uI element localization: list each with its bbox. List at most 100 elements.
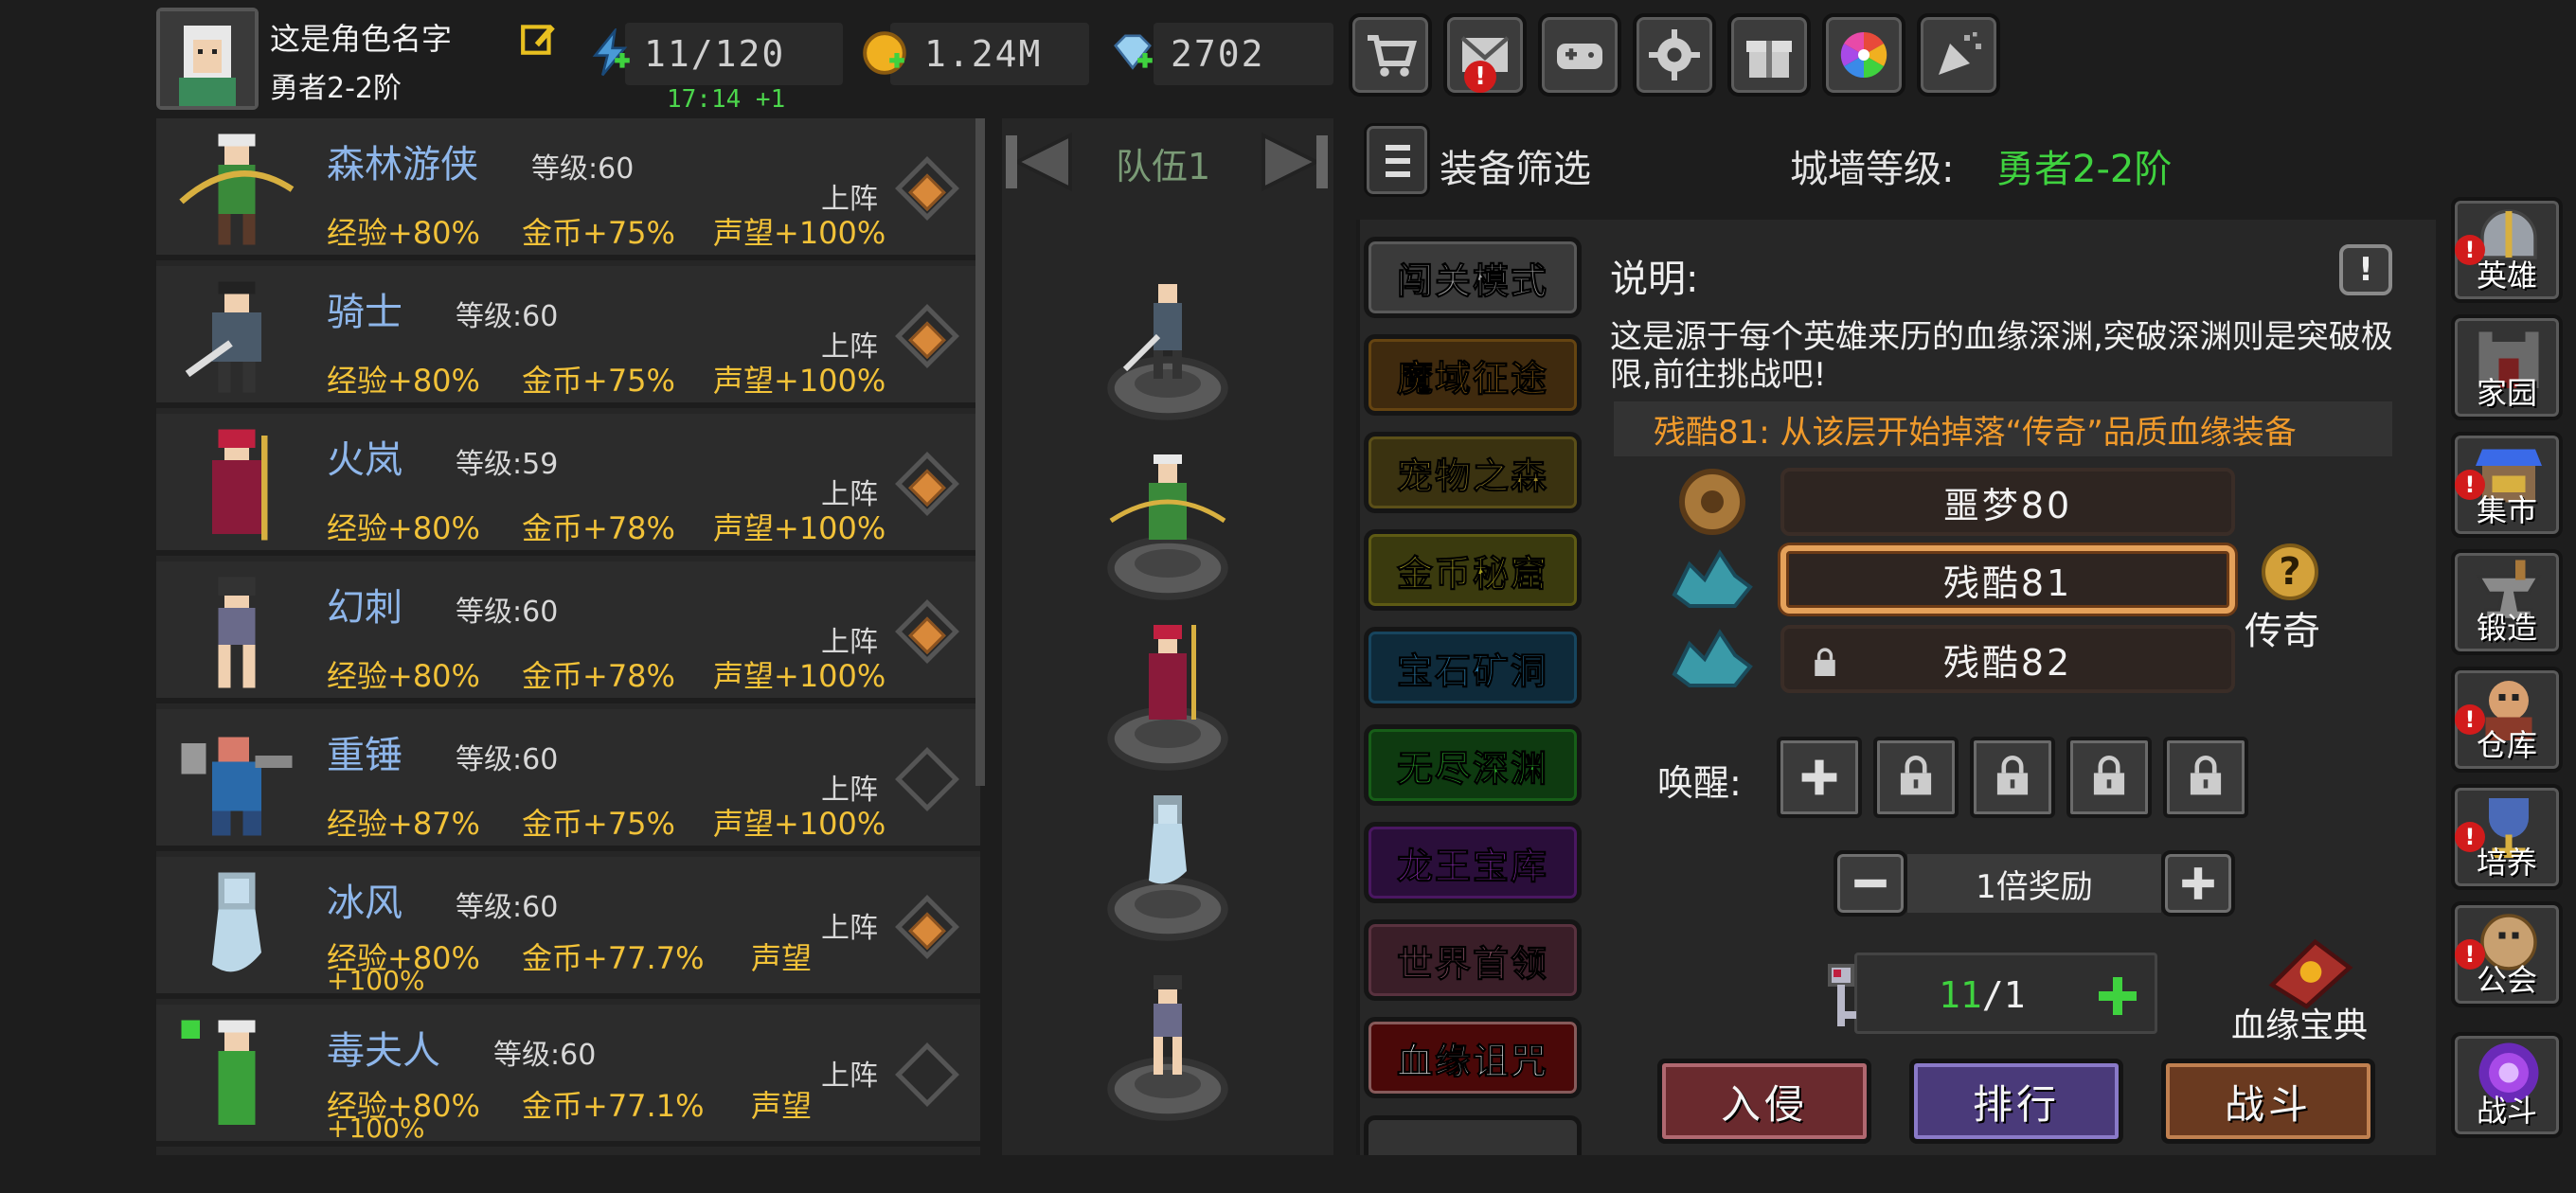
- mode-button-endless-abyss[interactable]: 无尽深渊: [1364, 724, 1582, 806]
- mode-button-world-boss[interactable]: 世界首领: [1364, 919, 1582, 1001]
- deploy-label: 上阵: [821, 626, 878, 659]
- invade-button[interactable]: 入侵: [1657, 1059, 1871, 1144]
- player-name: 这是角色名字: [270, 21, 453, 57]
- battle-label: 战斗: [2224, 1080, 2312, 1128]
- awaken-slot-add[interactable]: [1777, 737, 1862, 818]
- hero-level: 等级:59: [456, 448, 559, 481]
- mode-label: 龙王宝库: [1396, 845, 1548, 887]
- hero-sprite-icon: [181, 737, 293, 836]
- mode-label: 魔域征途: [1396, 357, 1548, 400]
- side-menu-warehouse[interactable]: ! 仓库: [2451, 667, 2563, 773]
- mode-button-bloodline-curse[interactable]: 血缘诅咒: [1364, 1017, 1582, 1098]
- mode-button-gold-cave[interactable]: 金币秘窟: [1364, 529, 1582, 611]
- awaken-slot-locked[interactable]: [2163, 737, 2248, 818]
- deploy-toggle[interactable]: [895, 1042, 959, 1107]
- info-icon: !: [2358, 251, 2373, 289]
- prev-team-arrow-icon[interactable]: [1002, 124, 1078, 200]
- awaken-slot-locked[interactable]: [2066, 737, 2152, 818]
- mode-button-demon-realm[interactable]: 魔域征途: [1364, 334, 1582, 416]
- hero-gold-bonus: 金币+75%: [522, 363, 675, 399]
- gear-icon: [1649, 29, 1700, 80]
- deploy-toggle[interactable]: [895, 156, 959, 221]
- settings-button[interactable]: [1633, 13, 1716, 97]
- hero-row[interactable]: 毒夫人 等级:60 经验+80% 金币+77.1% 声望 +100% 上阵: [156, 1005, 980, 1147]
- hero-row[interactable]: 重锤 等级:60 经验+87% 金币+75% 声望+100% 上阵: [156, 709, 980, 851]
- decrease-button[interactable]: [1834, 850, 1907, 917]
- hero-row[interactable]: 冰风 等级:60 经验+80% 金币+77.7% 声望 +100% 上阵: [156, 857, 980, 999]
- edit-name-icon[interactable]: [519, 19, 559, 59]
- deploy-label: 上阵: [821, 330, 878, 364]
- deploy-toggle[interactable]: [895, 599, 959, 664]
- hero-name: 骑士: [327, 291, 402, 334]
- stage-row[interactable]: 噩梦80: [1780, 468, 2235, 536]
- mode-button-more[interactable]: [1364, 1115, 1582, 1155]
- hero-row[interactable]: 骑士 等级:60 经验+80% 金币+75% 声望+100% 上阵: [156, 266, 980, 408]
- add-ticket-icon[interactable]: [2094, 972, 2141, 1020]
- hero-list[interactable]: 森林游侠 等级:60 经验+80% 金币+75% 声望+100% 上阵 骑士 等…: [156, 118, 980, 1155]
- hero-name: 重锤: [327, 734, 402, 777]
- team-slot-knight[interactable]: [1101, 265, 1234, 426]
- invade-label: 入侵: [1720, 1080, 1808, 1128]
- side-menu-heroes[interactable]: ! 英雄: [2451, 197, 2563, 303]
- deploy-toggle[interactable]: [895, 747, 959, 811]
- hero-row[interactable]: 森林游侠 等级:60 经验+80% 金币+75% 声望+100% 上阵: [156, 118, 980, 260]
- gem-value: 2702: [1171, 33, 1265, 75]
- team-slot-assassin[interactable]: [1101, 966, 1234, 1127]
- hero-list-scrollbar[interactable]: [975, 118, 985, 786]
- equipment-filter-button[interactable]: [1364, 123, 1430, 197]
- hero-sprite-icon: [179, 134, 295, 245]
- awaken-slot-locked[interactable]: [1970, 737, 2055, 818]
- gamepad-button[interactable]: [1538, 13, 1621, 97]
- gift-icon: [1746, 41, 1792, 78]
- increase-button[interactable]: [2161, 850, 2235, 917]
- gold-coin-icon: [863, 31, 906, 75]
- mode-button-gem-mine[interactable]: 宝石矿洞: [1364, 627, 1582, 708]
- shop-button[interactable]: [1349, 13, 1432, 97]
- mode-button-stage[interactable]: 闯关模式: [1364, 237, 1582, 318]
- ranking-button[interactable]: 排行: [1909, 1059, 2123, 1144]
- mail-button[interactable]: !: [1443, 13, 1527, 97]
- side-menu-guild[interactable]: ! 公会: [2451, 901, 2563, 1007]
- mode-button-pet-forest[interactable]: 宠物之森: [1364, 432, 1582, 513]
- hero-fame-bonus-value: +100%: [327, 965, 425, 996]
- side-menu-home[interactable]: 家园: [2451, 314, 2563, 420]
- question-mark-icon[interactable]: ?: [2262, 543, 2318, 600]
- side-menu-training[interactable]: ! 培养: [2451, 784, 2563, 890]
- reward-multiplier-stepper: 1倍奖励: [1834, 850, 2235, 917]
- gift-button[interactable]: [1727, 13, 1811, 97]
- mode-label: 宝石矿洞: [1396, 650, 1548, 692]
- hero-name: 火岚: [327, 438, 402, 482]
- side-menu-battle[interactable]: 战斗: [2451, 1032, 2563, 1138]
- side-menu-label: 家园: [2476, 375, 2537, 411]
- side-menu-forge[interactable]: 锻造: [2451, 549, 2563, 655]
- team-slot-fire-mage[interactable]: [1101, 615, 1234, 776]
- stage-row-selected[interactable]: 残酷81: [1780, 545, 2235, 614]
- deploy-toggle[interactable]: [895, 452, 959, 516]
- hero-level: 等级:60: [456, 891, 559, 924]
- player-rank: 勇者2-2阶: [270, 72, 402, 105]
- hero-gold-bonus: 金币+77.7%: [522, 940, 705, 976]
- celebration-button[interactable]: [1917, 13, 2000, 97]
- stage-label: 残酷81: [1942, 561, 2073, 604]
- ticket-current: 11: [1939, 974, 1982, 1016]
- deploy-toggle[interactable]: [895, 304, 959, 368]
- hero-fame-bonus-value: +100%: [327, 1113, 425, 1144]
- team-slot-ice-wind[interactable]: [1101, 786, 1234, 947]
- next-team-arrow-icon[interactable]: [1256, 124, 1332, 200]
- lucky-wheel-button[interactable]: [1822, 13, 1905, 97]
- player-avatar[interactable]: [156, 8, 259, 110]
- deploy-toggle[interactable]: [895, 895, 959, 959]
- hero-row[interactable]: 幻刺 等级:60 经验+80% 金币+78% 声望+100% 上阵: [156, 561, 980, 703]
- mode-button-dragon-vault[interactable]: 龙王宝库: [1364, 822, 1582, 903]
- hero-row[interactable]: 火岚 等级:59 经验+80% 金币+78% 声望+100% 上阵: [156, 414, 980, 556]
- hero-sprite-icon: [212, 429, 268, 541]
- gem-counter: 2702: [1154, 23, 1333, 85]
- awaken-slot-locked[interactable]: [1873, 737, 1959, 818]
- side-menu-market[interactable]: ! 集市: [2451, 432, 2563, 538]
- energy-counter: 11/120: [625, 23, 843, 85]
- stage-row-locked[interactable]: 残酷82: [1780, 625, 2235, 693]
- info-button[interactable]: !: [2339, 244, 2392, 295]
- battle-button[interactable]: 战斗: [2161, 1059, 2375, 1144]
- hero-exp-bonus: 经验+87%: [327, 806, 480, 842]
- team-slot-ranger[interactable]: [1101, 445, 1234, 606]
